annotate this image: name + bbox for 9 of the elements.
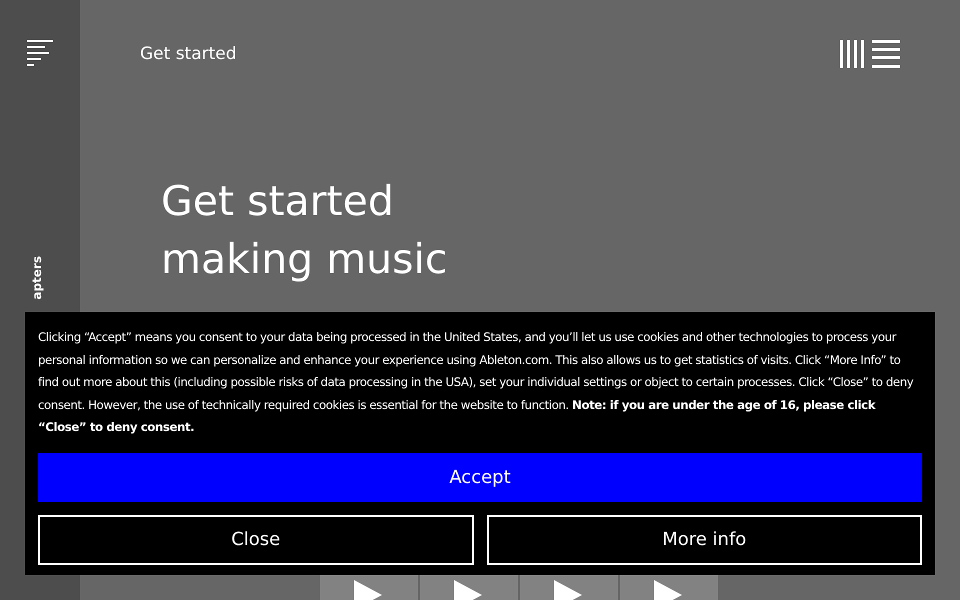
chapters-label[interactable]: apters: [30, 256, 44, 300]
close-button[interactable]: Close: [38, 514, 474, 564]
accept-button[interactable]: Accept: [38, 452, 922, 502]
more-info-button[interactable]: More info: [486, 514, 922, 564]
menu-icon[interactable]: [26, 40, 52, 66]
page-title[interactable]: Get started: [140, 44, 237, 64]
logo-icon[interactable]: [840, 40, 900, 68]
hero-heading: Get started making music: [161, 176, 448, 285]
consent-text: Clicking “Accept” means you consent to your data being processed in the United States, and you’ll let us use cookies and other technologies to process your personal information so we can personalize and enhance your experience using Ableton.com. This also allows us to get statistics of visits. Click “More Info” to find out more about this (including possible risks of data processing in the USA), set your individual settings or object to certain processes. Click “Close” to deny consent. However, the use of technically required cookies is essential for the website to function. Note: if you are under the age of 16, please click “Close” to deny consent.: [38, 329, 914, 436]
